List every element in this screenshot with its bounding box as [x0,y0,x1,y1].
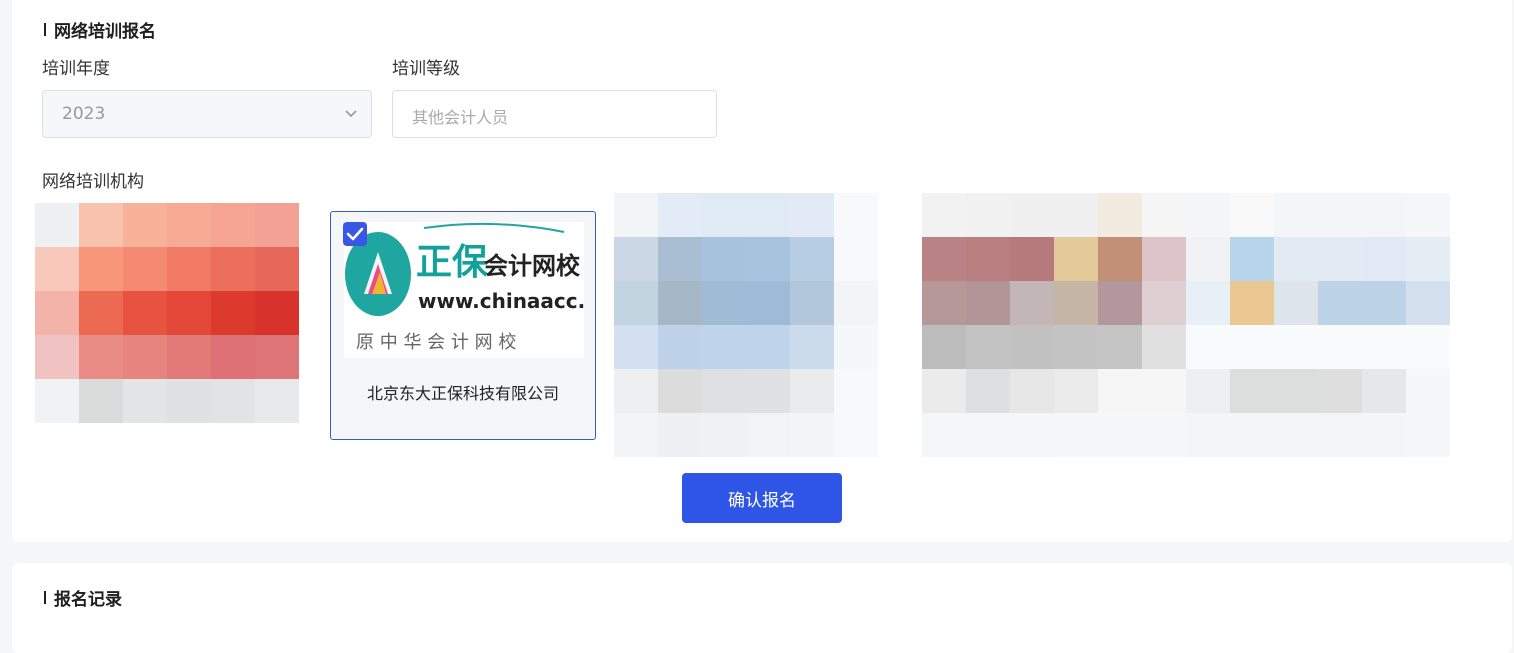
level-field[interactable]: 其他会计人员 [392,90,717,138]
records-title-text: 报名记录 [54,590,122,610]
chevron-down-icon [345,110,357,118]
registration-card: 网络培训报名 培训年度 培训等级 2023 其他会计人员 网络培训机构 正保 会… [12,0,1512,542]
confirm-registration-button[interactable]: 确认报名 [682,473,842,523]
org-card-selected[interactable]: 正保 会计网校 www.chinaacc.com 原 中 华 会 计 网 校 北… [330,211,632,440]
chinaacc-logo-graphic: 正保 会计网校 www.chinaacc.com 原 中 华 会 计 网 校 [344,222,632,358]
section-title-registration: 网络培训报名 [44,17,156,42]
org-card-blurred-4[interactable] [1186,193,1450,457]
org-card-blurred-3[interactable] [922,193,1186,457]
logo-side-text: 会计网校 [484,252,581,280]
year-label: 培训年度 [42,59,110,79]
org-card-blurred-2[interactable] [614,193,878,457]
check-icon [346,227,364,241]
org-name: 北京东大正保科技有限公司 [366,384,559,403]
logo-sub-text: 原 中 华 会 计 网 校 [356,332,516,353]
level-placeholder: 其他会计人员 [412,108,509,127]
org-card-blurred-1[interactable] [35,203,299,423]
title-bar [44,23,46,36]
chinaacc-logo: 正保 会计网校 www.chinaacc.com 原 中 华 会 计 网 校 [344,222,632,358]
logo-brand-text: 正保 [416,242,489,283]
title-bar [44,591,46,604]
org-label: 网络培训机构 [42,172,144,192]
level-label: 培训等级 [392,59,460,79]
checkbox-checked[interactable] [343,222,367,246]
year-select[interactable]: 2023 [42,90,372,138]
logo-url-text: www.chinaacc.com [418,289,584,313]
year-select-value: 2023 [62,104,106,124]
section-title-records: 报名记录 [44,585,122,610]
registration-title-text: 网络培训报名 [54,22,156,42]
